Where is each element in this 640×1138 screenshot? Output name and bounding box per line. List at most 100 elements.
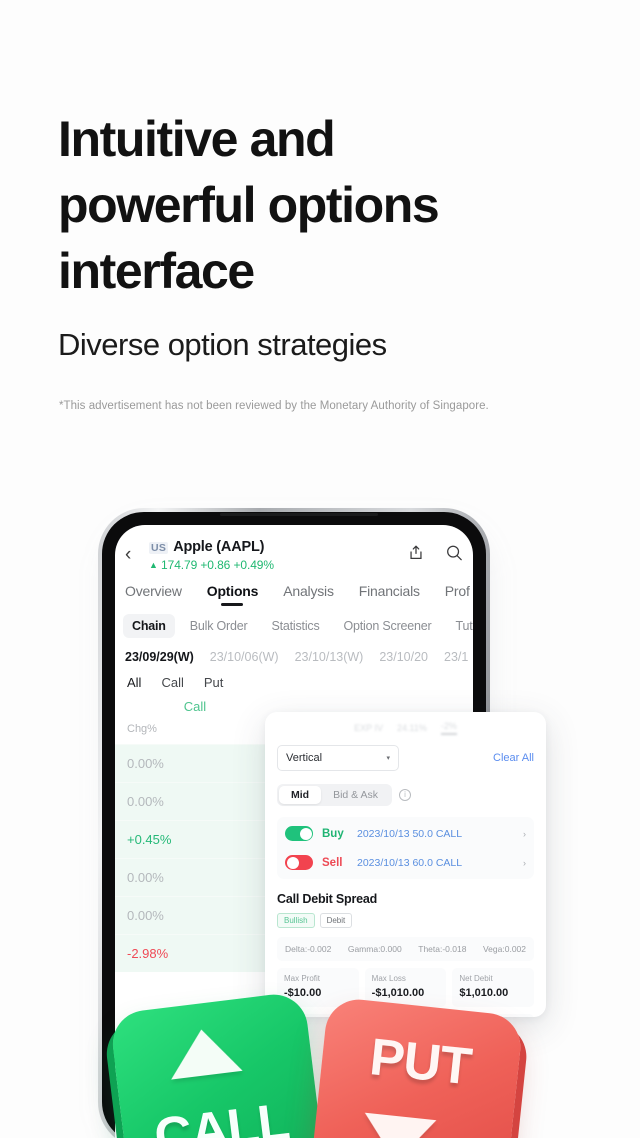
- tab-options[interactable]: Options: [207, 583, 259, 608]
- ghost-label: EXP IV: [354, 723, 383, 733]
- price-mode-mid[interactable]: Mid: [279, 786, 322, 804]
- metric-estimated-margin: Estimated Margin: [408, 1014, 534, 1017]
- metric-value: -$10.00: [284, 987, 322, 999]
- tab-financials[interactable]: Financials: [359, 583, 420, 608]
- search-icon[interactable]: [445, 543, 463, 562]
- ticker-name: Apple (AAPL): [173, 539, 265, 555]
- page-title: Intuitive and powerful options interface: [58, 106, 588, 304]
- ghost-label: 24.11%: [396, 723, 427, 733]
- leg-toggle-buy[interactable]: [285, 826, 313, 841]
- type-filter-put[interactable]: Put: [204, 675, 224, 690]
- header-actions: [407, 543, 463, 562]
- cell-change-percent: 0.00%: [127, 794, 164, 809]
- quote-price: 174.79: [161, 558, 198, 572]
- quote-change: +0.86: [200, 558, 231, 572]
- subtab-bulk-order[interactable]: Bulk Order: [181, 614, 257, 638]
- chevron-right-icon: ›: [523, 857, 526, 868]
- tab-overview[interactable]: Overview: [125, 583, 182, 608]
- metric-max-profit: Max Profit -$10.00: [277, 968, 359, 1007]
- panel-ghost-row: EXP IV 24.11% -2%: [265, 712, 546, 737]
- hero-copy: Intuitive and powerful options interface…: [58, 106, 588, 364]
- column-header: Chg%: [127, 723, 157, 735]
- headline-line-2: powerful options: [58, 177, 440, 233]
- sub-tab-bar: Chain Bulk Order Statistics Option Screener…: [115, 608, 473, 638]
- leg-toggle-sell[interactable]: [285, 855, 313, 870]
- headline-line-3: interface: [58, 243, 255, 299]
- greek-value: Delta:-0.002: [285, 944, 332, 954]
- metric-net-debit: Net Debit $1,010.00: [452, 968, 535, 1007]
- cell-change-percent: 0.00%: [127, 908, 164, 923]
- greek-value: Gamma:0.000: [347, 944, 402, 954]
- ghost-label: -2%: [440, 721, 457, 735]
- cell-change-percent: 0.00%: [127, 870, 164, 885]
- tab-analysis[interactable]: Analysis: [283, 583, 334, 608]
- phone-speaker: [220, 513, 378, 516]
- strategy-select[interactable]: Vertical ▾: [277, 745, 399, 771]
- leg-side-label: Buy: [322, 827, 344, 840]
- cell-change-percent: +0.45%: [127, 832, 172, 847]
- market-badge: US: [149, 542, 169, 554]
- cell-change-percent: -2.98%: [127, 946, 169, 961]
- type-filter-all[interactable]: All: [127, 675, 141, 690]
- price-mode-segment: Mid Bid & Ask: [277, 784, 393, 806]
- quote-percent: +0.49%: [233, 558, 275, 572]
- metric-label: Max Loss: [371, 974, 406, 983]
- legal-disclaimer: *This advertisement has not been reviewe…: [59, 400, 489, 412]
- toggle-knob: [286, 856, 299, 869]
- leg-row-buy[interactable]: Buy 2023/10/13 50.0 CALL ›: [277, 819, 534, 848]
- page-subtitle: Diverse option strategies: [58, 327, 387, 362]
- greeks-row: Delta:-0.002 Gamma:0.000 Theta:-0.018 Vega:…: [277, 937, 534, 961]
- strategy-builder-panel: EXP IV 24.11% -2% Vertical ▾ Clear All Mid…: [265, 712, 546, 1017]
- leg-row-sell[interactable]: Sell 2023/10/13 60.0 CALL ›: [277, 848, 534, 877]
- legs-list: Buy 2023/10/13 50.0 CALL › Sell 2023/10/13 6…: [277, 817, 534, 879]
- panel-body: Vertical ▾ Clear All Mid Bid & Ask i Buy 2…: [265, 737, 546, 1017]
- back-button[interactable]: ‹: [125, 545, 131, 564]
- metric-label: Max Profit: [284, 974, 321, 983]
- strategy-badges: Bullish Debit: [277, 913, 534, 928]
- metric-breakeven-expiry-: Breakeven(Expiry): [277, 1014, 403, 1017]
- price-mode-bid-ask[interactable]: Bid & Ask: [321, 786, 390, 804]
- metric-value: -$1,010.00: [371, 987, 425, 999]
- status-badge-bullish: Bullish: [277, 913, 315, 928]
- metrics-row-2: Breakeven(Expiry) Estimated Margin: [277, 1014, 534, 1017]
- strategy-title: Call Debit Spread: [277, 892, 378, 906]
- metric-label: Net Debit: [459, 974, 493, 983]
- chevron-down-icon: ▾: [386, 755, 390, 762]
- subtab-option-screener[interactable]: Option Screener: [335, 614, 441, 638]
- cell-change-percent: 0.00%: [127, 756, 164, 771]
- type-filter-call[interactable]: Call: [161, 675, 183, 690]
- promo-page: Intuitive and powerful options interface…: [0, 0, 640, 1138]
- ticker-block: US Apple (AAPL) ▲ 174.79 +0.86 +0.49%: [149, 539, 274, 572]
- expiry-tab[interactable]: 23/10/06(W): [210, 650, 279, 664]
- share-icon[interactable]: [407, 543, 425, 562]
- leg-side-label: Sell: [322, 856, 343, 869]
- expiry-date-tabs: 23/09/29(W) 23/10/06(W) 23/10/13(W) 23/10/2…: [115, 638, 473, 664]
- panel-top-row: Vertical ▾ Clear All: [277, 745, 534, 771]
- toggle-knob: [299, 827, 312, 840]
- expiry-tab[interactable]: 23/10/13(W): [295, 650, 364, 664]
- subtab-tuto[interactable]: Tuto: [447, 614, 473, 638]
- strategy-select-value: Vertical: [286, 752, 323, 764]
- leg-contract-label[interactable]: 2023/10/13 50.0 CALL: [357, 828, 514, 840]
- expiry-tab[interactable]: 23/10/20: [379, 650, 428, 664]
- subtab-chain[interactable]: Chain: [123, 614, 175, 638]
- metric-max-loss: Max Loss -$1,010.00: [364, 968, 447, 1007]
- tab-prof[interactable]: Prof: [445, 583, 470, 608]
- up-arrow-icon: ▲: [149, 560, 158, 570]
- chain-section-header: Call: [183, 699, 207, 714]
- subtab-statistics[interactable]: Statistics: [262, 614, 328, 638]
- clear-all-button[interactable]: Clear All: [493, 752, 534, 764]
- headline-line-1: Intuitive and: [58, 111, 336, 167]
- app-header: ‹ US Apple (AAPL) ▲ 174.79 +0.86 +0.49%: [115, 525, 473, 575]
- chevron-right-icon: ›: [523, 828, 526, 839]
- option-type-filter: All Call Put: [115, 664, 473, 690]
- expiry-tab[interactable]: 23/09/29(W): [125, 650, 194, 664]
- ticker-quote: ▲ 174.79 +0.86 +0.49%: [149, 558, 274, 572]
- greek-value: Vega:0.002: [482, 944, 526, 954]
- status-badge-debit: Debit: [319, 913, 353, 928]
- main-tab-bar: Overview Options Analysis Financials Prof: [115, 575, 473, 608]
- greek-value: Theta:-0.018: [418, 944, 467, 954]
- expiry-tab[interactable]: 23/1: [444, 650, 468, 664]
- info-icon[interactable]: i: [399, 789, 412, 801]
- leg-contract-label[interactable]: 2023/10/13 60.0 CALL: [357, 857, 514, 869]
